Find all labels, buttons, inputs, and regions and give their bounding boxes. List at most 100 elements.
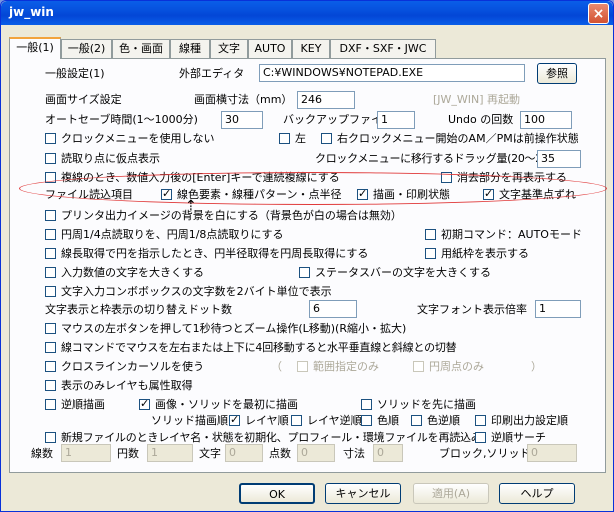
print-order-label: 印刷出力設定順 bbox=[491, 414, 568, 427]
autosave-label: オートセーブ時間(1〜1000分) bbox=[45, 113, 198, 126]
circle-point-only-checkbox[interactable] bbox=[413, 361, 424, 372]
tab-dxf-sxf-jwc[interactable]: DXF・SXF・JWC bbox=[330, 39, 436, 58]
block-count: 0 bbox=[527, 444, 577, 462]
arcs-label: 円数 bbox=[117, 447, 139, 460]
drag-amount-label: クロックメニューに移行するドラッグ量(20〜200) bbox=[315, 152, 560, 165]
reread-new-checkbox[interactable] bbox=[45, 432, 56, 443]
points-label: 点数 bbox=[269, 447, 291, 460]
paper-frame-label: 用紙枠を表示する bbox=[441, 247, 529, 260]
screen-width-label: 画面横寸法（mm） bbox=[194, 93, 293, 106]
restart-hint: [JW_WIN] 再起動 bbox=[433, 93, 521, 106]
color-order-label: 色順 bbox=[377, 414, 399, 427]
read-point-checkbox[interactable] bbox=[45, 153, 56, 164]
color-order-checkbox[interactable] bbox=[361, 415, 372, 426]
text-switch-input[interactable]: 6 bbox=[309, 300, 357, 318]
text-box-2byte-checkbox[interactable] bbox=[45, 286, 56, 297]
cancel-button[interactable]: キャンセル bbox=[325, 483, 401, 504]
tab-line-type[interactable]: 線種 bbox=[170, 39, 210, 58]
text-switch-label: 文字表示と枠表示の切り替えドット数 bbox=[45, 303, 232, 316]
undo-label: Undo の回数 bbox=[448, 113, 514, 126]
window-title: jw_win bbox=[9, 5, 54, 19]
image-solid-first-checkbox[interactable] bbox=[139, 397, 150, 410]
initial-command-checkbox[interactable] bbox=[425, 229, 436, 240]
big-input-checkbox[interactable] bbox=[45, 267, 56, 278]
mouse-zoom-checkbox[interactable] bbox=[45, 323, 56, 334]
circle-point-only-label: 円周点のみ bbox=[429, 360, 484, 373]
browse-button[interactable]: 参照 bbox=[537, 63, 577, 84]
printer-white-label: プリンタ出力イメージの背景を白にする（背景色が白の場合は無効） bbox=[61, 209, 402, 222]
layer-order-label: レイヤ順 bbox=[245, 414, 289, 427]
clock-menu-label: クロックメニューを使用しない bbox=[61, 132, 215, 145]
circle-quarter-checkbox[interactable] bbox=[45, 229, 56, 240]
tab-general-2[interactable]: 一般(2) bbox=[61, 39, 112, 58]
half-diameter-label: 線長取得で円を指示したとき、円半径取得を円周長取得にする bbox=[61, 247, 369, 260]
reverse-draw-checkbox[interactable] bbox=[45, 399, 56, 410]
printer-white-checkbox[interactable] bbox=[45, 210, 56, 221]
lines-count: 1 bbox=[61, 444, 111, 462]
screen-size-label: 画面サイズ設定 bbox=[45, 93, 122, 106]
left-label: 左 bbox=[295, 132, 306, 145]
big-status-checkbox[interactable] bbox=[299, 267, 310, 278]
red-annotation-ellipse bbox=[19, 172, 607, 205]
cross-cursor-checkbox[interactable] bbox=[45, 361, 56, 372]
screen-width-input[interactable]: 246 bbox=[297, 91, 355, 109]
texts-count: 0 bbox=[225, 444, 263, 462]
layer-reverse-checkbox[interactable] bbox=[291, 415, 302, 426]
close-button[interactable]: × bbox=[588, 3, 609, 24]
mouse-cursor-icon: ⇡ bbox=[185, 198, 197, 214]
dims-label: 寸法 bbox=[343, 447, 365, 460]
big-status-label: ステータスバーの文字を大きくする bbox=[315, 266, 491, 279]
font-ratio-label: 文字フォント表示倍率 bbox=[417, 303, 527, 316]
mouse-zoom-label: マウスの左ボタンを押して1秒待つとズーム操作(L移動)(R縮小・拡大) bbox=[61, 322, 407, 335]
tab-general-1[interactable]: 一般(1) bbox=[9, 37, 61, 59]
tab-text[interactable]: 文字 bbox=[210, 39, 248, 58]
layer-reverse-label: レイヤ逆順 bbox=[307, 414, 362, 427]
tab-auto[interactable]: AUTO bbox=[248, 39, 292, 58]
lines-label: 線数 bbox=[31, 447, 53, 460]
reverse-draw-label: 逆順描画 bbox=[61, 398, 105, 411]
help-button[interactable]: ヘルプ bbox=[499, 483, 575, 504]
tab-color-screen[interactable]: 色・画面 bbox=[112, 39, 170, 58]
circle-quarter-label: 円周1/4点読取りを、円周1/8点読取りにする bbox=[61, 228, 284, 241]
image-solid-first-label: 画像・ソリッドを最初に描画 bbox=[155, 398, 298, 411]
editor-path-input[interactable]: C:¥WINDOWS¥NOTEPAD.EXE bbox=[259, 64, 525, 82]
block-label: ブロック,ソリッド bbox=[439, 447, 531, 460]
points-count: 0 bbox=[297, 444, 335, 462]
color-reverse-checkbox[interactable] bbox=[411, 415, 422, 426]
ok-button[interactable]: OK bbox=[239, 483, 315, 504]
clock-menu-checkbox[interactable] bbox=[45, 133, 56, 144]
reread-new-label: 新規ファイルのときレイヤ名・状態を初期化、プロフィール・環境ファイルを再読込み bbox=[61, 431, 482, 444]
paren-close: ） bbox=[531, 360, 542, 373]
right-clock-checkbox[interactable] bbox=[321, 133, 332, 144]
drag-amount-input[interactable]: 35 bbox=[537, 150, 581, 168]
read-point-label: 読取り点に仮点表示 bbox=[61, 152, 160, 165]
line-switch-checkbox[interactable] bbox=[45, 342, 56, 353]
solid-first-checkbox[interactable] bbox=[361, 399, 372, 410]
print-order-checkbox[interactable] bbox=[475, 415, 486, 426]
initial-command-label: 初期コマンド：AUTOモード bbox=[441, 228, 582, 241]
solid-order-label: ソリッド描画順 bbox=[151, 414, 228, 427]
section-label: 一般設定(1) bbox=[45, 67, 105, 80]
title-bar: jw_win × bbox=[1, 1, 613, 25]
tab-key[interactable]: KEY bbox=[292, 39, 330, 58]
color-reverse-label: 色逆順 bbox=[427, 414, 460, 427]
half-diameter-checkbox[interactable] bbox=[45, 248, 56, 259]
autosave-input[interactable]: 30 bbox=[221, 111, 263, 129]
layer-order-checkbox[interactable] bbox=[229, 413, 240, 426]
arcs-count: 1 bbox=[147, 444, 193, 462]
apply-button[interactable]: 適用(A) bbox=[413, 483, 489, 504]
backup-count-input[interactable]: 1 bbox=[377, 111, 415, 129]
undo-count-input[interactable]: 100 bbox=[520, 111, 572, 129]
paren-open: （ bbox=[271, 360, 282, 373]
reverse-search-checkbox[interactable] bbox=[475, 432, 486, 443]
range-only-checkbox[interactable] bbox=[297, 361, 308, 372]
font-ratio-input[interactable]: 1 bbox=[535, 300, 581, 318]
show-layer-attr-checkbox[interactable] bbox=[45, 380, 56, 391]
line-switch-label: 線コマンドでマウスを左右または上下に4回移動すると水平垂直線と斜線との切替 bbox=[61, 341, 457, 354]
range-only-label: 範囲指定のみ bbox=[313, 360, 379, 373]
text-box-2byte-label: 文字入力コンボボックスの文字数を2バイト単位で表示 bbox=[61, 285, 332, 298]
show-layer-attr-label: 表示のみレイヤも属性取得 bbox=[61, 379, 193, 392]
left-checkbox[interactable] bbox=[279, 133, 290, 144]
paper-frame-checkbox[interactable] bbox=[425, 248, 436, 259]
solid-first-label: ソリッドを先に描画 bbox=[377, 398, 476, 411]
